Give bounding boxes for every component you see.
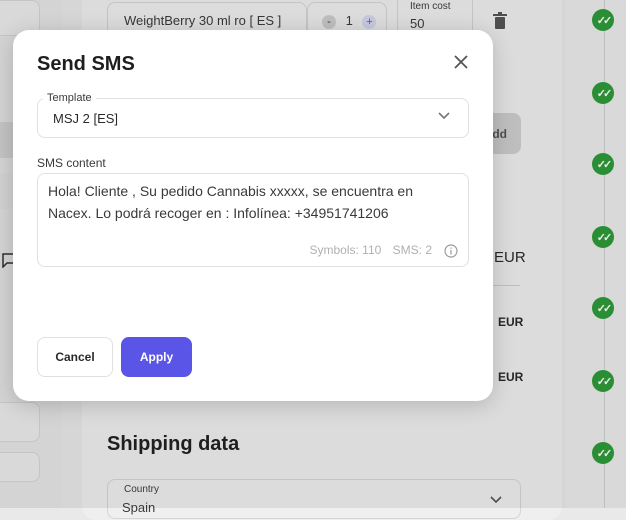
template-label: Template (43, 92, 96, 104)
chevron-down-icon (438, 112, 450, 120)
sms-text[interactable]: Hola! Cliente , Su pedido Cannabis xxxxx… (48, 180, 458, 224)
sms-content-field[interactable]: Hola! Cliente , Su pedido Cannabis xxxxx… (37, 173, 469, 267)
sms-content-label: SMS content (37, 156, 106, 170)
apply-button[interactable]: Apply (121, 337, 192, 377)
sms-count: SMS: 2 (392, 243, 432, 257)
template-select[interactable]: MSJ 2 [ES] (37, 98, 469, 138)
cancel-button[interactable]: Cancel (37, 337, 113, 377)
info-icon[interactable] (444, 244, 458, 258)
dialog-title: Send SMS (37, 53, 135, 75)
send-sms-dialog: Send SMS Template MSJ 2 [ES] SMS content… (13, 30, 493, 401)
close-icon (454, 55, 468, 69)
symbols-count: Symbols: 110 (309, 243, 382, 257)
template-value: MSJ 2 [ES] (53, 110, 119, 126)
close-button[interactable] (449, 50, 473, 74)
sms-counters: Symbols: 110 SMS: 2 (301, 243, 432, 257)
